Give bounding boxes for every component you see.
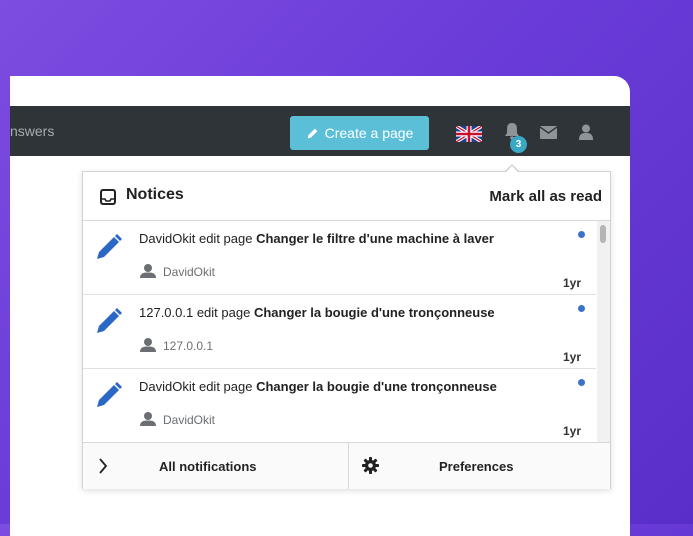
user-icon[interactable]	[579, 124, 593, 140]
notification-action: edit page	[195, 231, 257, 246]
uk-flag-icon[interactable]	[456, 126, 482, 142]
mail-icon[interactable]	[540, 126, 557, 139]
nav-link-answers[interactable]: nswers	[10, 123, 54, 139]
notification-item[interactable]: DavidOkit edit page Changer le filtre d'…	[83, 221, 596, 295]
create-page-button[interactable]: Create a page	[290, 116, 429, 150]
unread-dot[interactable]	[578, 305, 585, 312]
notifications-list: DavidOkit edit page Changer le filtre d'…	[83, 221, 610, 442]
notification-age: 1yr	[563, 350, 582, 364]
notification-age: 1yr	[563, 424, 582, 438]
notification-count-badge: 3	[510, 136, 527, 153]
notification-action: edit page	[193, 305, 254, 320]
notification-item[interactable]: DavidOkit edit page Changer la bougie d'…	[83, 369, 596, 442]
notification-actor: 127.0.0.1	[139, 305, 194, 320]
notifications-scrollbar[interactable]	[597, 221, 610, 442]
top-navbar: nswers Create a page 3	[10, 106, 630, 156]
dropdown-caret-fill	[505, 166, 519, 173]
scrollbar-thumb[interactable]	[600, 225, 606, 243]
notification-text: 127.0.0.1 edit page Changer la bougie d'…	[139, 305, 495, 320]
chevron-right-icon[interactable]	[98, 458, 108, 474]
create-page-label: Create a page	[324, 125, 414, 141]
unread-dot[interactable]	[578, 231, 585, 238]
preferences-link[interactable]: Preferences	[439, 459, 513, 474]
notifications-dropdown: Notices Mark all as read DavidOkit edit …	[82, 171, 611, 489]
notification-text: DavidOkit edit page Changer la bougie d'…	[139, 379, 497, 394]
notification-item[interactable]: 127.0.0.1 edit page Changer la bougie d'…	[83, 295, 596, 369]
notification-action: edit page	[195, 379, 257, 394]
notices-title: Notices	[126, 186, 184, 203]
notification-author: DavidOkit	[163, 413, 216, 427]
notification-author: DavidOkit	[163, 265, 216, 279]
person-icon	[140, 412, 156, 426]
notification-actor: DavidOkit	[139, 231, 196, 246]
unread-dot[interactable]	[578, 379, 585, 386]
notification-page-link[interactable]: Changer le filtre d'une machine à laver	[256, 231, 494, 246]
dropdown-header: Notices Mark all as read	[83, 172, 610, 221]
pencil-icon	[97, 234, 122, 259]
pencil-icon	[97, 308, 122, 333]
notification-actor: DavidOkit	[139, 379, 196, 394]
person-icon	[140, 338, 156, 352]
all-notifications-link[interactable]: All notifications	[159, 459, 257, 474]
notification-age: 1yr	[563, 276, 582, 290]
footer-divider	[348, 443, 349, 489]
notification-page-link[interactable]: Changer la bougie d'une tronçonneuse	[256, 379, 497, 394]
notification-page-link[interactable]: Changer la bougie d'une tronçonneuse	[254, 305, 495, 320]
notification-author: 127.0.0.1	[163, 339, 214, 353]
dropdown-footer: All notifications Preferences	[83, 442, 610, 489]
pencil-icon	[97, 382, 122, 407]
mark-all-read-link[interactable]: Mark all as read	[489, 188, 602, 205]
edit-icon	[307, 128, 317, 138]
person-icon	[140, 264, 156, 278]
inbox-icon	[100, 189, 116, 205]
notification-text: DavidOkit edit page Changer le filtre d'…	[139, 231, 494, 246]
gear-icon[interactable]	[362, 457, 379, 474]
